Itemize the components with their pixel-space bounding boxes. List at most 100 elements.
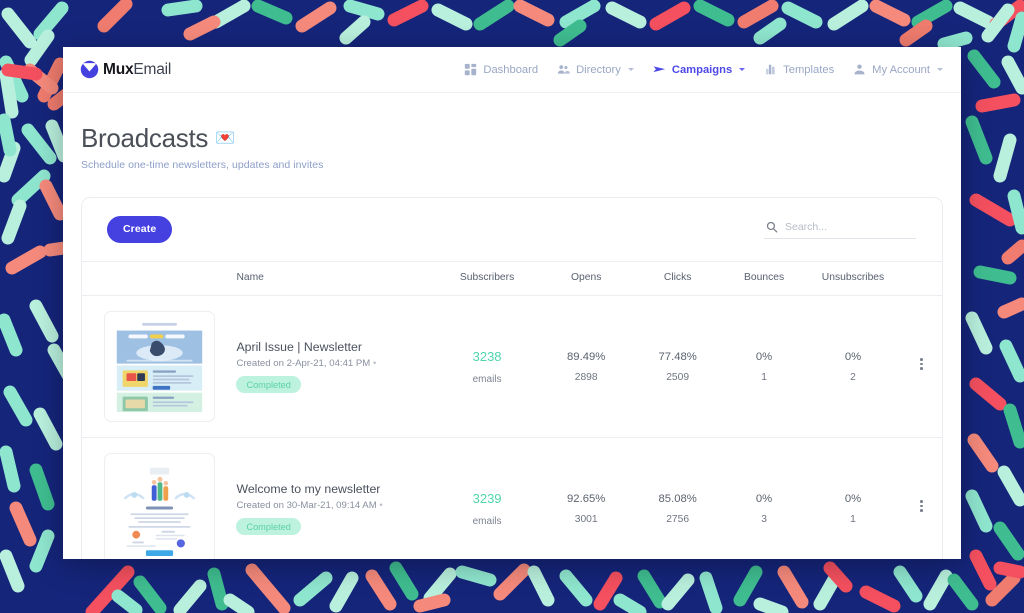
column-clicks: Clicks xyxy=(631,261,724,296)
clicks-count: 2509 xyxy=(666,371,690,383)
row-unsubscribes-cell: 0% 2 xyxy=(804,295,902,438)
brand-logo[interactable]: MuxEmail xyxy=(80,60,171,79)
broadcast-name[interactable]: April Issue | Newsletter xyxy=(236,340,433,354)
column-thumbnail xyxy=(82,261,233,296)
nav-item-my-account[interactable]: My Account xyxy=(853,63,943,76)
page-title: Broadcasts 💌 xyxy=(81,123,961,154)
bounces-count: 1 xyxy=(761,371,767,383)
nav-label-dashboard: Dashboard xyxy=(483,63,539,76)
unsubscribes-percent: 0% xyxy=(844,350,862,363)
column-unsubscribes: Unsubscribes xyxy=(804,261,902,296)
search-icon xyxy=(766,221,778,233)
nav-item-templates[interactable]: Templates xyxy=(764,63,834,76)
nav-item-directory[interactable]: Directory xyxy=(557,63,634,76)
row-name-cell: April Issue | Newsletter Created on 2-Ap… xyxy=(232,295,434,438)
bounces-percent: 0% xyxy=(755,350,773,363)
search-input[interactable] xyxy=(785,220,914,233)
unsubscribes-count: 2 xyxy=(850,371,856,383)
nav-item-dashboard[interactable]: Dashboard xyxy=(464,63,538,76)
top-navigation-bar: MuxEmail Dashboard Directory Campaigns T… xyxy=(63,47,961,93)
bounces-count: 3 xyxy=(761,513,767,525)
clicks-count: 2756 xyxy=(666,513,690,525)
kebab-menu-icon[interactable] xyxy=(920,356,923,372)
card-toolbar: Create xyxy=(82,198,942,261)
subscribers-unit: emails xyxy=(472,373,502,385)
broadcast-created-date: Created on 30-Mar-21, 09:14 AM • xyxy=(236,500,433,511)
row-clicks-cell: 77.48% 2509 xyxy=(631,295,724,438)
column-actions xyxy=(901,261,942,296)
clicks-percent: 85.08% xyxy=(658,492,697,505)
unsubscribes-count: 1 xyxy=(850,513,856,525)
love-letter-icon: 💌 xyxy=(215,129,235,147)
table-body: April Issue | Newsletter Created on 2-Ap… xyxy=(82,295,942,559)
april-issue-newsletter-thumbnail[interactable] xyxy=(104,311,215,422)
row-subscribers-cell: 3239 emails xyxy=(433,437,541,559)
separator-dot: • xyxy=(379,500,383,511)
kebab-menu-icon[interactable] xyxy=(920,498,923,514)
opens-percent: 92.65% xyxy=(567,492,606,505)
row-bounces-cell: 0% 3 xyxy=(723,437,805,559)
row-subscribers-cell: 3238 emails xyxy=(433,295,541,438)
row-clicks-cell: 85.08% 2756 xyxy=(631,437,724,559)
opens-count: 2898 xyxy=(574,371,598,383)
app-window: MuxEmail Dashboard Directory Campaigns T… xyxy=(63,47,961,559)
people-icon xyxy=(557,65,570,74)
table-row[interactable]: Welcome to my newsletter Created on 30-M… xyxy=(82,437,942,559)
nav-label-templates: Templates xyxy=(783,63,835,76)
table-header: Name Subscribers Opens Clicks Bounces Un… xyxy=(82,261,942,296)
row-bounces-cell: 0% 1 xyxy=(723,295,805,438)
separator-dot: • xyxy=(372,358,377,369)
broadcast-created-date: Created on 2-Apr-21, 04:41 PM • xyxy=(236,358,433,369)
clicks-percent: 77.48% xyxy=(658,350,697,363)
page-title-text: Broadcasts xyxy=(81,123,209,153)
layers-icon xyxy=(766,64,775,75)
table-row[interactable]: April Issue | Newsletter Created on 2-Ap… xyxy=(82,295,942,438)
column-name: Name xyxy=(232,261,434,296)
welcome-newsletter-thumbnail[interactable] xyxy=(104,453,215,559)
chevron-down-icon-campaigns[interactable] xyxy=(739,68,746,71)
paper-plane-icon xyxy=(653,66,666,73)
row-opens-cell: 92.65% 3001 xyxy=(540,437,632,559)
brand-name-light: Email xyxy=(133,60,172,78)
created-text: Created on 2-Apr-21, 04:41 PM xyxy=(236,358,371,369)
column-bounces: Bounces xyxy=(723,261,805,296)
opens-percent: 89.49% xyxy=(567,350,606,363)
row-name-cell: Welcome to my newsletter Created on 30-M… xyxy=(232,437,434,559)
brand-name-bold: Mux xyxy=(103,60,134,78)
person-icon xyxy=(854,64,865,75)
page-subtitle: Schedule one-time newsletters, updates a… xyxy=(81,159,324,171)
bounces-percent: 0% xyxy=(755,492,773,505)
page-header: Broadcasts 💌 Schedule one-time newslette… xyxy=(63,93,961,171)
row-unsubscribes-cell: 0% 1 xyxy=(804,437,902,559)
mux-circle-check-icon xyxy=(80,60,99,79)
brand-name: MuxEmail xyxy=(103,61,171,79)
search-field[interactable] xyxy=(764,220,916,239)
status-badge: Completed xyxy=(236,518,301,535)
column-subscribers: Subscribers xyxy=(433,261,541,296)
broadcasts-card: Create Name Subscribers Opens Clicks Bou… xyxy=(81,197,943,559)
grid-icon xyxy=(465,63,477,76)
broadcasts-table: Name Subscribers Opens Clicks Bounces Un… xyxy=(82,261,942,559)
subscribers-unit: emails xyxy=(472,515,502,527)
nav-item-campaigns[interactable]: Campaigns xyxy=(653,63,746,76)
subscribers-count: 3239 xyxy=(472,490,502,506)
broadcast-name[interactable]: Welcome to my newsletter xyxy=(236,482,433,496)
subscribers-count: 3238 xyxy=(472,348,502,364)
chevron-down-icon-my-account[interactable] xyxy=(937,68,943,71)
nav-label-campaigns: Campaigns xyxy=(671,63,733,76)
opens-count: 3001 xyxy=(574,513,598,525)
row-thumbnail-cell xyxy=(82,437,233,559)
row-thumbnail-cell xyxy=(82,295,233,438)
create-button[interactable]: Create xyxy=(107,216,173,243)
created-text: Created on 30-Mar-21, 09:14 AM xyxy=(236,500,377,511)
row-actions-cell xyxy=(901,295,942,438)
nav-label-my-account: My Account xyxy=(872,63,930,76)
row-opens-cell: 89.49% 2898 xyxy=(540,295,632,438)
nav-links: Dashboard Directory Campaigns Templates … xyxy=(464,63,943,76)
chevron-down-icon-directory[interactable] xyxy=(627,68,634,71)
row-actions-cell xyxy=(901,437,942,559)
status-badge: Completed xyxy=(236,376,301,393)
unsubscribes-percent: 0% xyxy=(844,492,862,505)
nav-label-directory: Directory xyxy=(576,63,621,76)
table-header-row: Name Subscribers Opens Clicks Bounces Un… xyxy=(82,261,942,296)
